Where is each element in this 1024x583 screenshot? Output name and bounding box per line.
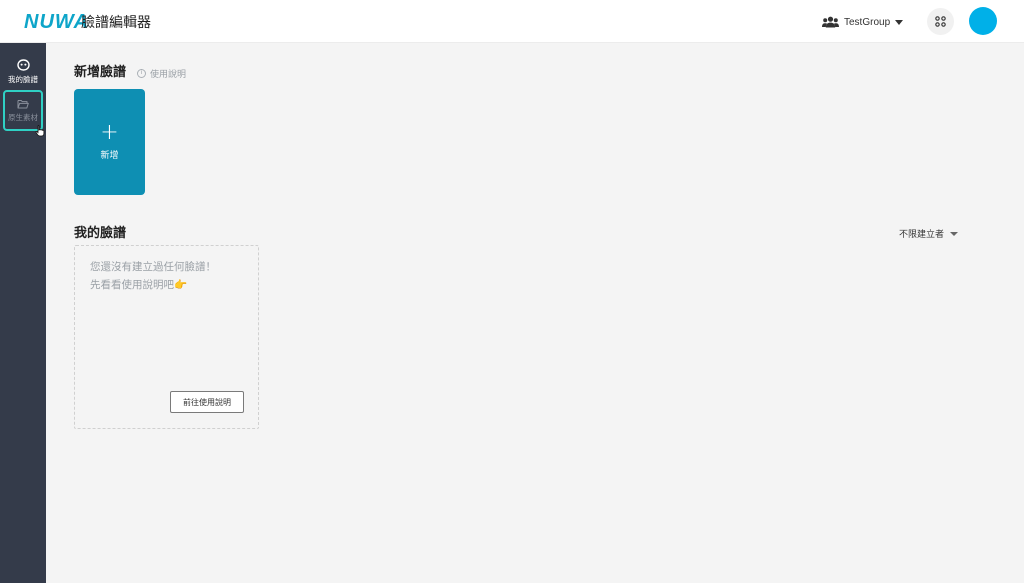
my-faces-title: 我的臉譜 bbox=[74, 226, 127, 241]
grid-dots-icon bbox=[935, 16, 946, 27]
user-avatar[interactable] bbox=[969, 7, 997, 35]
empty-state-line-2: 先看看使用說明吧👉 bbox=[90, 279, 188, 291]
nuwa-logo[interactable]: NUWA bbox=[24, 11, 89, 33]
creator-filter-label: 不限建立者 bbox=[899, 230, 945, 240]
sidebar-item-label: 原生素材 bbox=[8, 112, 38, 122]
new-face-label: 新增 bbox=[100, 151, 119, 161]
caret-down-icon bbox=[950, 231, 959, 236]
group-name: TestGroup bbox=[844, 16, 891, 28]
caret-down-icon bbox=[895, 19, 904, 25]
info-icon: i bbox=[137, 69, 146, 78]
sidebar-item-my-faces[interactable]: 我的臉譜 bbox=[3, 52, 43, 92]
sidebar: 我的臉譜 原生素材 bbox=[0, 43, 46, 583]
hand-cursor-icon bbox=[35, 125, 45, 137]
users-icon bbox=[822, 16, 839, 28]
creator-filter-dropdown[interactable]: 不限建立者 bbox=[899, 227, 959, 240]
top-header: NUWA 臉譜編輯器 TestGroup bbox=[0, 0, 1024, 43]
help-link[interactable]: i 使用說明 bbox=[137, 67, 186, 80]
empty-state-line-1: 您還沒有建立過任何臉譜！ bbox=[90, 261, 216, 273]
empty-state-box: 您還沒有建立過任何臉譜！ 先看看使用說明吧👉 前往使用說明 bbox=[74, 245, 259, 429]
new-face-card[interactable]: + 新增 bbox=[74, 89, 145, 195]
empty-state-message: 您還沒有建立過任何臉譜！ 先看看使用說明吧👉 bbox=[90, 258, 255, 294]
help-link-label: 使用說明 bbox=[150, 70, 187, 80]
group-switcher[interactable]: TestGroup bbox=[822, 13, 904, 31]
create-section-title: 新增臉譜 bbox=[74, 65, 127, 80]
face-icon bbox=[16, 59, 30, 71]
sidebar-item-label: 我的臉譜 bbox=[8, 75, 38, 84]
folder-open-icon bbox=[17, 99, 29, 108]
app-title: 臉譜編輯器 bbox=[81, 15, 151, 31]
plus-icon: + bbox=[100, 120, 119, 145]
apps-menu-button[interactable] bbox=[927, 8, 954, 35]
go-to-guide-button[interactable]: 前往使用說明 bbox=[170, 391, 244, 413]
